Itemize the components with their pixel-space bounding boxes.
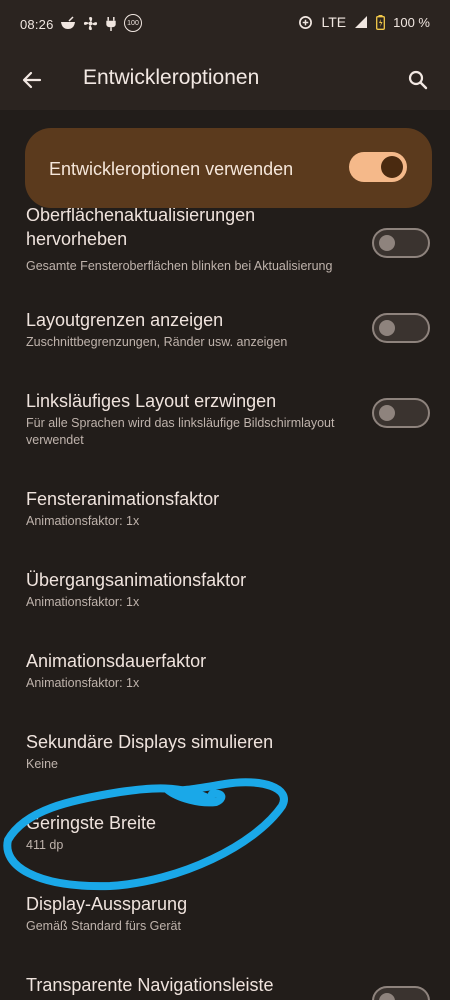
- data-saver-icon: [299, 15, 313, 29]
- item-subtitle: Gesamte Fensteroberflächen blinken bei A…: [26, 259, 333, 273]
- master-toggle[interactable]: [349, 152, 407, 182]
- list-item[interactable]: Fensteranimationsfaktor Animationsfaktor…: [0, 484, 450, 544]
- item-subtitle: Keine: [26, 757, 58, 771]
- signal-icon: [355, 16, 368, 28]
- toggle-switch[interactable]: [372, 313, 430, 343]
- list-item[interactable]: Oberflächenaktualisierungen hervorheben …: [0, 198, 450, 280]
- item-title: Fensteranimationsfaktor: [26, 489, 220, 509]
- list-item[interactable]: Transparente Navigationsleiste: [0, 970, 450, 1000]
- status-time: 08:26: [20, 17, 54, 32]
- item-title: Geringste Breite: [26, 813, 157, 833]
- list-item[interactable]: Sekundäre Displays simulieren Keine: [0, 727, 450, 787]
- search-icon: [408, 70, 428, 90]
- toggle-knob: [379, 405, 395, 421]
- arrow-back-icon: [22, 71, 42, 89]
- toggle-switch[interactable]: [372, 228, 430, 258]
- item-title: Oberflächenaktualisierungen hervorheben: [26, 205, 256, 249]
- search-button[interactable]: [400, 62, 436, 98]
- plug-icon: [106, 16, 116, 31]
- item-title: Animationsdauerfaktor: [26, 651, 207, 671]
- toggle-knob: [379, 993, 395, 1000]
- toggle-switch[interactable]: [372, 398, 430, 428]
- network-type: LTE: [321, 14, 347, 30]
- developer-options-master-switch[interactable]: Entwickleroptionen verwenden: [25, 128, 432, 208]
- master-switch-label: Entwickleroptionen verwenden: [49, 159, 294, 179]
- item-subtitle: Gemäß Standard fürs Gerät: [26, 919, 181, 933]
- status-right: LTE 100 %: [298, 14, 430, 30]
- item-title: Transparente Navigationsleiste: [26, 975, 274, 995]
- status-bar: 08:26 100 LTE 100 %: [0, 0, 450, 50]
- list-item[interactable]: Animationsdauerfaktor Animationsfaktor: …: [0, 646, 450, 706]
- item-subtitle: Für alle Sprachen wird das linksläufige …: [26, 416, 335, 447]
- list-item[interactable]: Display-Aussparung Gemäß Standard fürs G…: [0, 889, 450, 949]
- toggle-switch[interactable]: [372, 986, 430, 1000]
- toggle-knob: [379, 235, 395, 251]
- item-subtitle: Animationsfaktor: 1x: [26, 514, 140, 528]
- battery-icon: [376, 14, 386, 30]
- item-subtitle: Animationsfaktor: 1x: [26, 595, 140, 609]
- fan-icon: [83, 16, 98, 30]
- item-subtitle: 411 dp: [26, 838, 64, 852]
- item-title: Layoutgrenzen anzeigen: [26, 310, 224, 330]
- item-subtitle: Zuschnittbegrenzungen, Ränder usw. anzei…: [26, 335, 288, 349]
- item-title: Display-Aussparung: [26, 894, 188, 914]
- list-item[interactable]: Geringste Breite 411 dp: [0, 808, 450, 868]
- bowl-icon: [61, 16, 75, 29]
- list-item[interactable]: Übergangsanimationsfaktor Animationsfakt…: [0, 565, 450, 625]
- toggle-knob: [379, 320, 395, 336]
- back-button[interactable]: [14, 62, 50, 98]
- notification-icons: 100: [60, 14, 142, 32]
- settings-list: Oberflächenaktualisierungen hervorheben …: [0, 190, 450, 1000]
- toggle-knob: [381, 156, 403, 178]
- list-item[interactable]: Linksläufiges Layout erzwingen Für alle …: [0, 386, 450, 456]
- app-bar: Entwickleroptionen: [0, 50, 450, 110]
- item-title: Sekundäre Displays simulieren: [26, 732, 274, 752]
- battery-100-badge-icon: 100: [124, 14, 142, 32]
- page-title: Entwickleroptionen: [83, 66, 260, 89]
- item-subtitle: Animationsfaktor: 1x: [26, 676, 140, 690]
- item-title: Übergangsanimationsfaktor: [26, 570, 247, 590]
- item-title: Linksläufiges Layout erzwingen: [26, 391, 277, 411]
- list-item[interactable]: Layoutgrenzen anzeigen Zuschnittbegrenzu…: [0, 305, 450, 365]
- battery-percent: 100 %: [393, 14, 430, 30]
